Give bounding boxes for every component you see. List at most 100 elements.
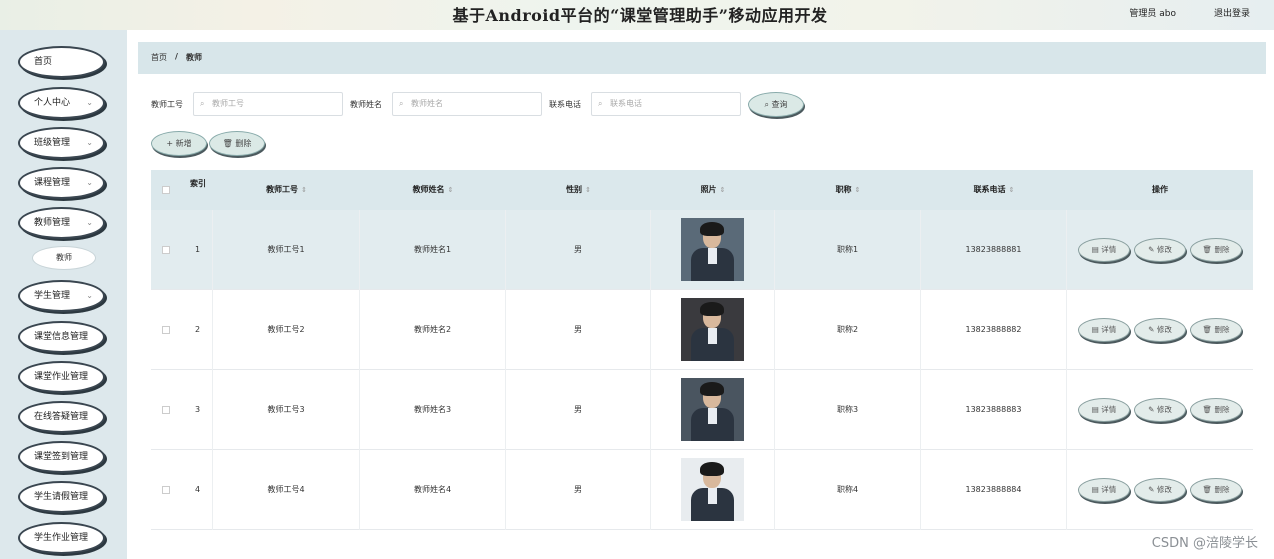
delete-label: 删除 [1214, 405, 1230, 414]
sidebar-item-label: 个人中心 [34, 98, 71, 108]
edit-button[interactable]: ✎ 修改 [1134, 238, 1186, 262]
sidebar-item-3[interactable]: 课程管理 ⌄ [18, 167, 105, 199]
sidebar-item-label: 在线答疑管理 [34, 412, 89, 422]
cell-phone: 13823888884 [921, 450, 1067, 530]
col-phone[interactable]: 联系电话 ⇕ [921, 170, 1067, 210]
search-icon: ⌕ [764, 100, 769, 109]
sort-icon: ⇕ [301, 186, 307, 194]
cell-index: 4 [183, 450, 213, 530]
sidebar-item-8[interactable]: 在线答疑管理 [18, 401, 105, 433]
cell-index: 3 [183, 370, 213, 450]
detail-label: 详情 [1101, 245, 1117, 254]
admin-user-label: 管理员 abo [1129, 9, 1176, 19]
delete-button[interactable]: 🗑 删除 [1190, 478, 1242, 502]
col-title[interactable]: 职称 ⇕ [775, 170, 921, 210]
col-teacher-name[interactable]: 教师姓名 ⇕ [360, 170, 506, 210]
sort-icon: ⇕ [1008, 186, 1015, 194]
sidebar-item-label: 课堂信息管理 [34, 332, 89, 342]
cell-teacher-name: 教师姓名3 [360, 370, 506, 450]
edit-label: 修改 [1156, 485, 1172, 494]
phone-input[interactable]: ⌕ 联系电话 [591, 92, 741, 116]
sort-icon: ⇕ [719, 186, 726, 194]
teacher-name-input[interactable]: ⌕ 教师姓名 [392, 92, 542, 116]
sidebar-subitem-teacher[interactable]: 教师 [32, 246, 96, 270]
delete-label: 删除 [1214, 485, 1230, 494]
table-row[interactable]: 2 教师工号2 教师姓名2 男职称2 13823888882 ▤ 详情 ✎ 修改 🗑 删除 [151, 290, 1253, 370]
col-gender[interactable]: 性别 ⇕ [506, 170, 651, 210]
detail-label: 详情 [1101, 405, 1117, 414]
detail-button[interactable]: ▤ 详情 [1078, 478, 1130, 502]
table-row[interactable]: 1 教师工号1 教师姓名1 男职称1 13823888881 ▤ 详情 ✎ 修改 🗑 删除 [151, 210, 1253, 290]
sidebar-item-4[interactable]: 教师管理 ⌄ [18, 207, 105, 239]
edit-button[interactable]: ✎ 修改 [1134, 318, 1186, 342]
edit-button[interactable]: ✎ 修改 [1134, 398, 1186, 422]
sidebar-item-6[interactable]: 课堂信息管理 [18, 321, 105, 353]
edit-icon: ✎ [1148, 245, 1157, 254]
row-checkbox[interactable] [162, 406, 170, 414]
col-photo-label: 照片 [700, 185, 717, 194]
sidebar-item-label: 学生请假管理 [34, 492, 89, 502]
sidebar-item-11[interactable]: 学生作业管理 [18, 522, 105, 554]
sidebar-item-10[interactable]: 学生请假管理 [18, 481, 105, 513]
trash-icon: 🗑 [1202, 405, 1215, 414]
sidebar-item-9[interactable]: 课堂签到管理 [18, 441, 105, 473]
search-icon: ⌕ [200, 99, 205, 108]
batch-delete-button[interactable]: 🗑 删除 [209, 131, 265, 156]
sidebar-item-1[interactable]: 个人中心 ⌄ [18, 87, 105, 119]
table-row[interactable]: 4 教师工号4 教师姓名4 男职称4 13823888884 ▤ 详情 ✎ 修改 🗑 删除 [151, 450, 1253, 530]
col-teacher-id[interactable]: 教师工号 ⇕ [213, 170, 360, 210]
teacher-photo[interactable] [681, 378, 744, 441]
cell-teacher-id: 教师工号2 [213, 290, 360, 370]
teacher-id-placeholder: 教师工号 [212, 99, 244, 108]
cell-phone: 13823888882 [921, 290, 1067, 370]
logout-link[interactable]: 退出登录 [1214, 6, 1250, 19]
edit-icon: ✎ [1148, 485, 1157, 494]
cell-index: 1 [183, 210, 213, 290]
col-gender-label: 性别 [566, 185, 583, 194]
detail-button[interactable]: ▤ 详情 [1078, 238, 1130, 262]
breadcrumb-home[interactable]: 首页 [151, 52, 167, 63]
detail-button[interactable]: ▤ 详情 [1078, 398, 1130, 422]
trash-icon: 🗑 [1202, 245, 1215, 254]
top-bar: 基于Android平台的“课堂管理助手”移动应用开发 管理员 abo 退出登录 [0, 0, 1274, 30]
col-operations: 操作 [1152, 185, 1168, 194]
teacher-photo[interactable] [681, 218, 744, 281]
teacher-id-input[interactable]: ⌕ 教师工号 [193, 92, 343, 116]
delete-button[interactable]: 🗑 删除 [1190, 398, 1242, 422]
row-checkbox[interactable] [162, 326, 170, 334]
edit-label: 修改 [1156, 405, 1172, 414]
sort-icon: ⇕ [447, 186, 454, 194]
col-title-label: 职称 [835, 185, 852, 194]
teacher-photo[interactable] [681, 458, 744, 521]
sidebar-item-0[interactable]: 首页 [18, 46, 105, 78]
col-teacher-id-label: 教师工号 [266, 185, 299, 194]
chevron-down-icon: ⌄ [86, 178, 93, 187]
row-checkbox[interactable] [162, 246, 170, 254]
detail-icon: ▤ [1091, 245, 1102, 254]
sidebar-item-5[interactable]: 学生管理 ⌄ [18, 280, 105, 312]
cell-title: 职称2 [775, 290, 921, 370]
col-photo[interactable]: 照片 ⇕ [651, 170, 775, 210]
select-all-checkbox[interactable] [162, 186, 170, 194]
add-button[interactable]: + 新增 [151, 131, 207, 156]
sidebar-item-7[interactable]: 课堂作业管理 [18, 361, 105, 393]
teacher-photo[interactable] [681, 298, 744, 361]
cell-gender: 男 [506, 370, 651, 450]
delete-button[interactable]: 🗑 删除 [1190, 318, 1242, 342]
trash-icon: 🗑 [1202, 325, 1215, 334]
phone-placeholder: 联系电话 [610, 99, 642, 108]
detail-icon: ▤ [1091, 405, 1102, 414]
detail-button[interactable]: ▤ 详情 [1078, 318, 1130, 342]
edit-button[interactable]: ✎ 修改 [1134, 478, 1186, 502]
detail-icon: ▤ [1091, 325, 1102, 334]
sidebar-item-label: 教师管理 [34, 218, 71, 228]
cell-gender: 男 [506, 210, 651, 290]
edit-icon: ✎ [1148, 325, 1157, 334]
table-row[interactable]: 3 教师工号3 教师姓名3 男职称3 13823888883 ▤ 详情 ✎ 修改 🗑 删除 [151, 370, 1253, 450]
row-checkbox[interactable] [162, 486, 170, 494]
search-icon: ⌕ [399, 99, 404, 108]
cell-phone: 13823888881 [921, 210, 1067, 290]
delete-button[interactable]: 🗑 删除 [1190, 238, 1242, 262]
query-button[interactable]: ⌕ 查询 [748, 92, 804, 117]
sidebar-item-2[interactable]: 班级管理 ⌄ [18, 127, 105, 159]
